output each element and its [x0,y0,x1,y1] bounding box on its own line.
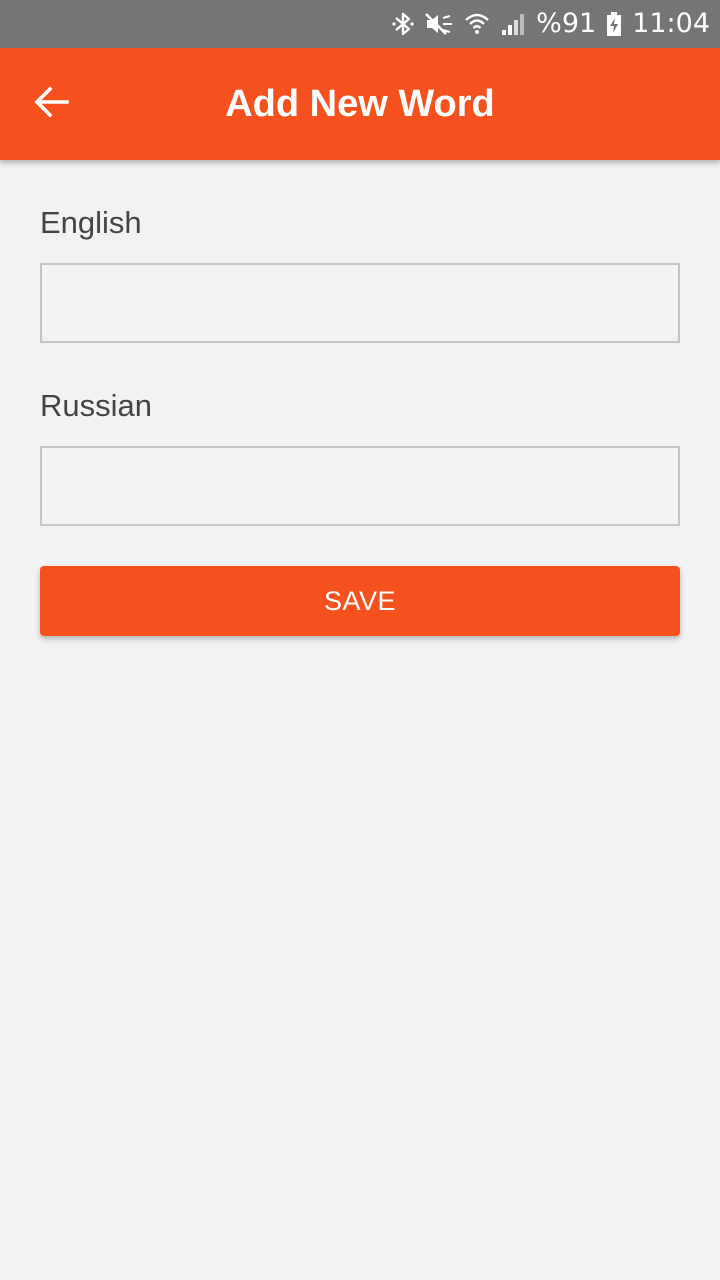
battery-percentage: %91 [536,8,597,39]
bluetooth-icon [392,0,414,48]
status-bar: %91 11:04 [0,0,720,48]
arrow-left-icon [34,84,70,125]
russian-input[interactable] [40,446,680,526]
english-label: English [40,205,142,240]
app-bar: Add New Word [0,48,720,160]
signal-icon [500,0,526,48]
clock: 11:04 [632,8,710,39]
status-icons: %91 11:04 [392,0,710,48]
wifi-icon [464,0,490,48]
page-title: Add New Word [225,83,495,125]
save-button[interactable]: SAVE [40,566,680,636]
back-button[interactable] [22,74,82,134]
mute-icon [424,0,454,48]
russian-label: Russian [40,388,152,423]
english-input[interactable] [40,263,680,343]
battery-charging-icon [606,0,622,48]
